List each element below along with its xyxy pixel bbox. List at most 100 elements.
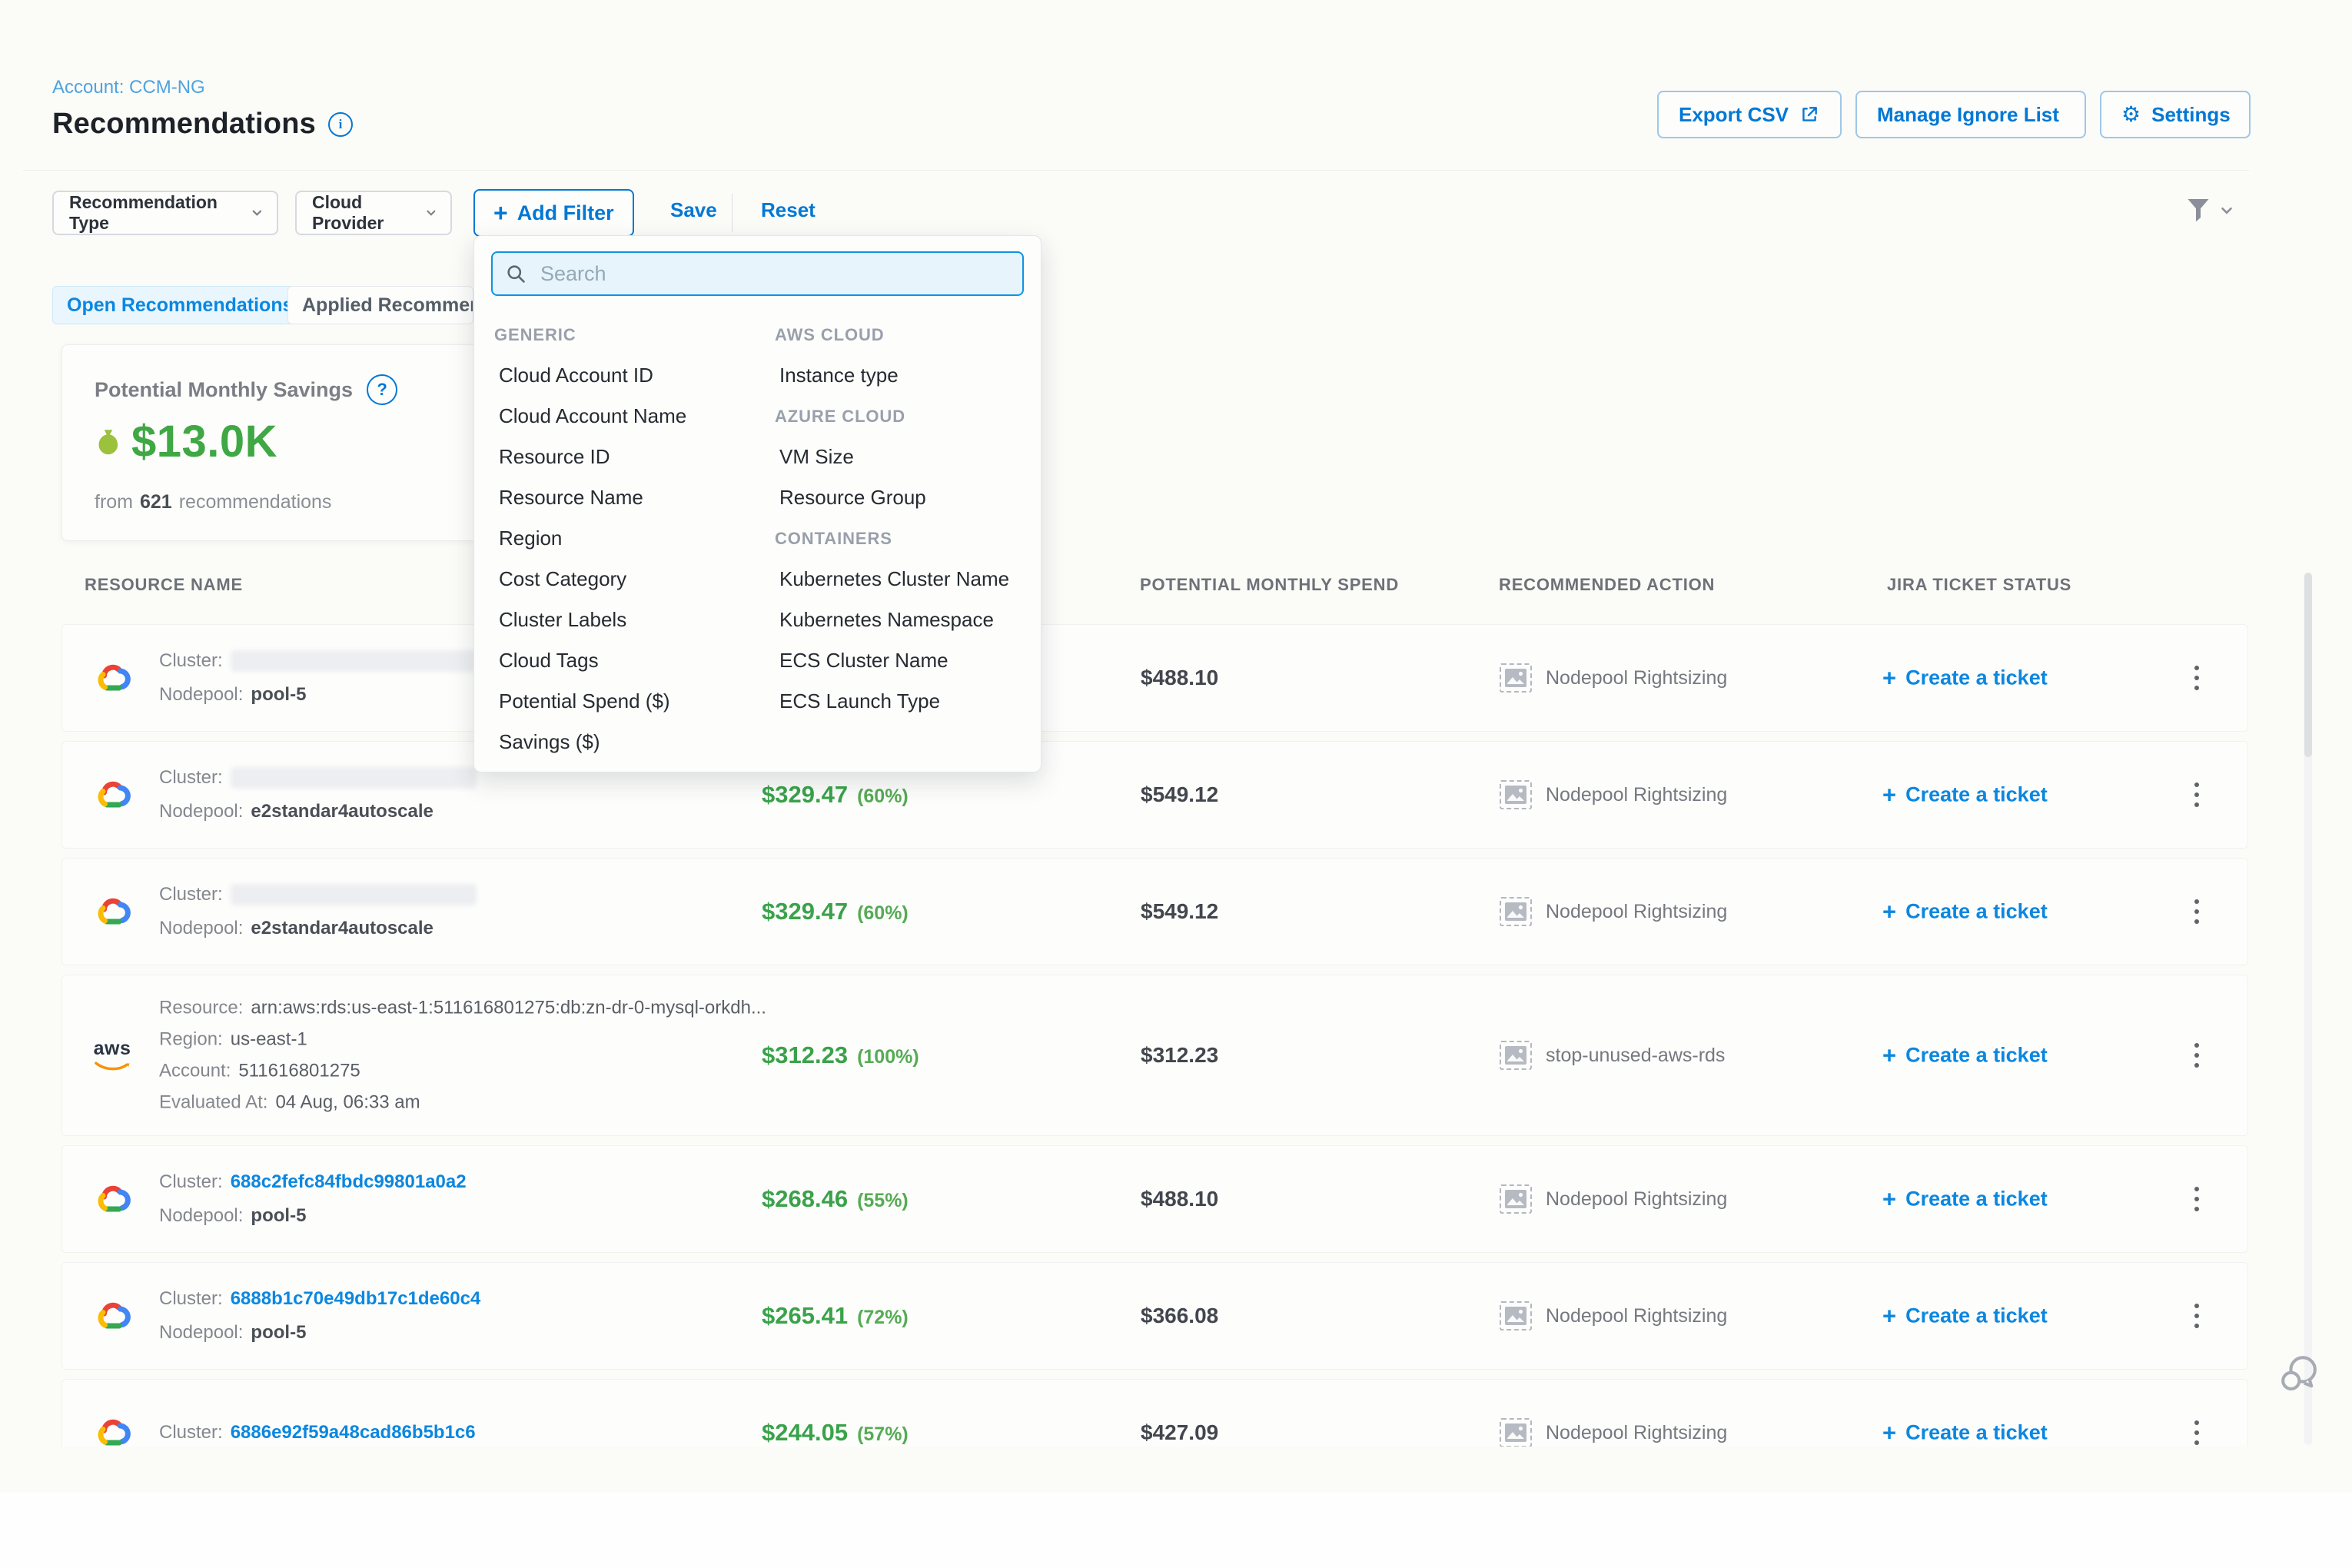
page-bottom-margin — [0, 1493, 2352, 1568]
filter-panel-toggle[interactable] — [2184, 195, 2235, 226]
tab-open-label: Open Recommendations — [67, 294, 294, 317]
filter-option-resource-name[interactable]: Resource Name — [494, 477, 775, 518]
row-options-menu[interactable] — [2185, 1034, 2208, 1077]
savings-value: $265.41 — [762, 1302, 848, 1330]
reset-filter-button[interactable]: Reset — [761, 198, 816, 222]
savings-percent: (60%) — [857, 786, 909, 808]
filter-option-cloud-tags[interactable]: Cloud Tags — [494, 640, 775, 681]
create-ticket-link[interactable]: + Create a ticket — [1882, 1044, 2048, 1068]
chevron-down-icon — [424, 205, 438, 221]
page-title: Recommendations — [52, 108, 316, 141]
recommended-action-cell: Nodepool Rightsizing — [1500, 1301, 1727, 1330]
create-ticket-label: Create a ticket — [1905, 1304, 2048, 1328]
manage-ignore-list-button[interactable]: Manage Ignore List — [1855, 91, 2086, 138]
field-label: Cluster: — [159, 884, 223, 905]
row-options-menu[interactable] — [2185, 773, 2208, 816]
account-breadcrumb-link[interactable]: Account: CCM-NG — [52, 77, 205, 98]
add-filter-dropdown: GENERICCloud Account IDCloud Account Nam… — [473, 235, 1041, 772]
savings-percent: (72%) — [857, 1307, 909, 1329]
filter-option-cluster-labels[interactable]: Cluster Labels — [494, 600, 775, 640]
row-options-menu[interactable] — [2185, 1294, 2208, 1337]
filter-option-kubernetes-namespace[interactable]: Kubernetes Namespace — [775, 600, 1009, 640]
settings-button[interactable]: ⚙ Settings — [2100, 91, 2251, 138]
recommendations-page: Account: CCM-NG Recommendations i Export… — [0, 0, 2352, 1568]
save-filter-button[interactable]: Save — [670, 198, 717, 222]
broken-image-icon — [1500, 780, 1532, 809]
scrollbar-thumb[interactable] — [2304, 573, 2312, 757]
field-label: Cluster: — [159, 1171, 223, 1193]
info-icon[interactable]: i — [328, 112, 353, 137]
column-header-jira-ticket-status: JIRA TICKET STATUS — [1887, 575, 2071, 595]
filter-divider — [732, 194, 733, 232]
gcp-logo-icon — [91, 1181, 133, 1218]
scrollbar-track[interactable] — [2304, 573, 2312, 1445]
filter-option-cloud-account-id[interactable]: Cloud Account ID — [494, 355, 775, 396]
filter-option-ecs-launch-type[interactable]: ECS Launch Type — [775, 681, 1009, 722]
recommended-action-label: Nodepool Rightsizing — [1546, 1305, 1727, 1327]
create-ticket-label: Create a ticket — [1905, 1188, 2048, 1211]
dropdown-search-input[interactable] — [539, 261, 1010, 287]
filter-option-resource-group[interactable]: Resource Group — [775, 477, 1009, 518]
create-ticket-link[interactable]: + Create a ticket — [1882, 1421, 2048, 1445]
savings-value: $268.46 — [762, 1185, 848, 1213]
filter-option-potential-spend[interactable]: Potential Spend ($) — [494, 681, 775, 722]
filter-option-vm-size[interactable]: VM Size — [775, 437, 1009, 477]
table-row: Cluster:6886e92f59a48cad86b5b1c6 $244.05… — [61, 1379, 2248, 1447]
export-csv-button[interactable]: Export CSV — [1657, 91, 1842, 138]
page-title-row: Recommendations i — [52, 108, 353, 141]
filter-option-savings[interactable]: Savings ($) — [494, 722, 775, 762]
chevron-down-icon — [2218, 202, 2235, 219]
create-ticket-link[interactable]: + Create a ticket — [1882, 783, 2048, 807]
cluster-link[interactable]: 688c2fefc84fbdc99801a0a2 — [231, 1171, 467, 1193]
savings-amount: $13.0K — [131, 416, 277, 467]
cloud-provider-filter-chip[interactable]: Cloud Provider — [295, 191, 452, 235]
dropdown-search-box[interactable] — [491, 251, 1024, 296]
filter-option-cost-category[interactable]: Cost Category — [494, 559, 775, 600]
create-ticket-label: Create a ticket — [1905, 1421, 2048, 1445]
cluster-link[interactable]: 6888b1c70e49db17c1de60c4 — [231, 1288, 481, 1310]
support-chat-icon[interactable] — [2277, 1351, 2321, 1400]
field-label: Nodepool: — [159, 684, 243, 706]
tab-open-recommendations[interactable]: Open Recommendations — [52, 286, 308, 324]
recommendation-count: 621 — [140, 491, 172, 513]
potential-monthly-spend-value: $312.23 — [1141, 1043, 1218, 1068]
filter-option-ecs-cluster-name[interactable]: ECS Cluster Name — [775, 640, 1009, 681]
resource-details: Cluster:Nodepool:e2standar4autoscale — [159, 767, 477, 822]
cluster-link[interactable]: 6886e92f59a48cad86b5b1c6 — [231, 1422, 476, 1443]
potential-monthly-savings-card: Potential Monthly Savings ? $13.0K from … — [61, 344, 490, 541]
create-ticket-link[interactable]: + Create a ticket — [1882, 1188, 2048, 1211]
recommended-action-label: Nodepool Rightsizing — [1546, 667, 1727, 689]
filter-option-instance-type[interactable]: Instance type — [775, 355, 1009, 396]
filter-option-resource-id[interactable]: Resource ID — [494, 437, 775, 477]
funnel-icon — [2184, 195, 2212, 226]
add-filter-label: Add Filter — [517, 201, 614, 225]
filter-option-cloud-account-name[interactable]: Cloud Account Name — [494, 396, 775, 437]
filter-option-region[interactable]: Region — [494, 518, 775, 559]
plus-icon: + — [1882, 900, 1896, 924]
resource-details: Cluster:6886e92f59a48cad86b5b1c6 — [159, 1422, 476, 1443]
broken-image-icon — [1500, 1418, 1532, 1447]
add-filter-button[interactable]: + Add Filter — [473, 189, 634, 237]
savings-subtitle-suffix: recommendations — [179, 491, 332, 513]
plus-icon: + — [493, 201, 508, 225]
row-options-menu[interactable] — [2185, 656, 2208, 699]
potential-monthly-spend-value: $488.10 — [1141, 666, 1218, 690]
filter-option-kubernetes-cluster-name[interactable]: Kubernetes Cluster Name — [775, 559, 1009, 600]
gear-icon: ⚙ — [2121, 104, 2141, 125]
create-ticket-link[interactable]: + Create a ticket — [1882, 900, 2048, 924]
dropdown-column-generic: GENERICCloud Account IDCloud Account Nam… — [494, 314, 775, 762]
savings-value: $329.47 — [762, 781, 848, 809]
field-label: Evaluated At: — [159, 1092, 267, 1114]
create-ticket-link[interactable]: + Create a ticket — [1882, 666, 2048, 690]
row-options-menu[interactable] — [2185, 1411, 2208, 1447]
help-icon[interactable]: ? — [367, 374, 397, 405]
row-options-menu[interactable] — [2185, 890, 2208, 933]
tab-applied-recommendations[interactable]: Applied Recommendations — [287, 286, 473, 324]
filter-section-containers: CONTAINERS — [775, 518, 1009, 559]
field-value: 04 Aug, 06:33 am — [275, 1092, 420, 1114]
row-options-menu[interactable] — [2185, 1178, 2208, 1221]
resource-details: Cluster:Nodepool:e2standar4autoscale — [159, 884, 477, 939]
table-row: Cluster:688c2fefc84fbdc99801a0a2Nodepool… — [61, 1145, 2248, 1253]
recommendation-type-filter-chip[interactable]: Recommendation Type — [52, 191, 278, 235]
create-ticket-link[interactable]: + Create a ticket — [1882, 1304, 2048, 1328]
